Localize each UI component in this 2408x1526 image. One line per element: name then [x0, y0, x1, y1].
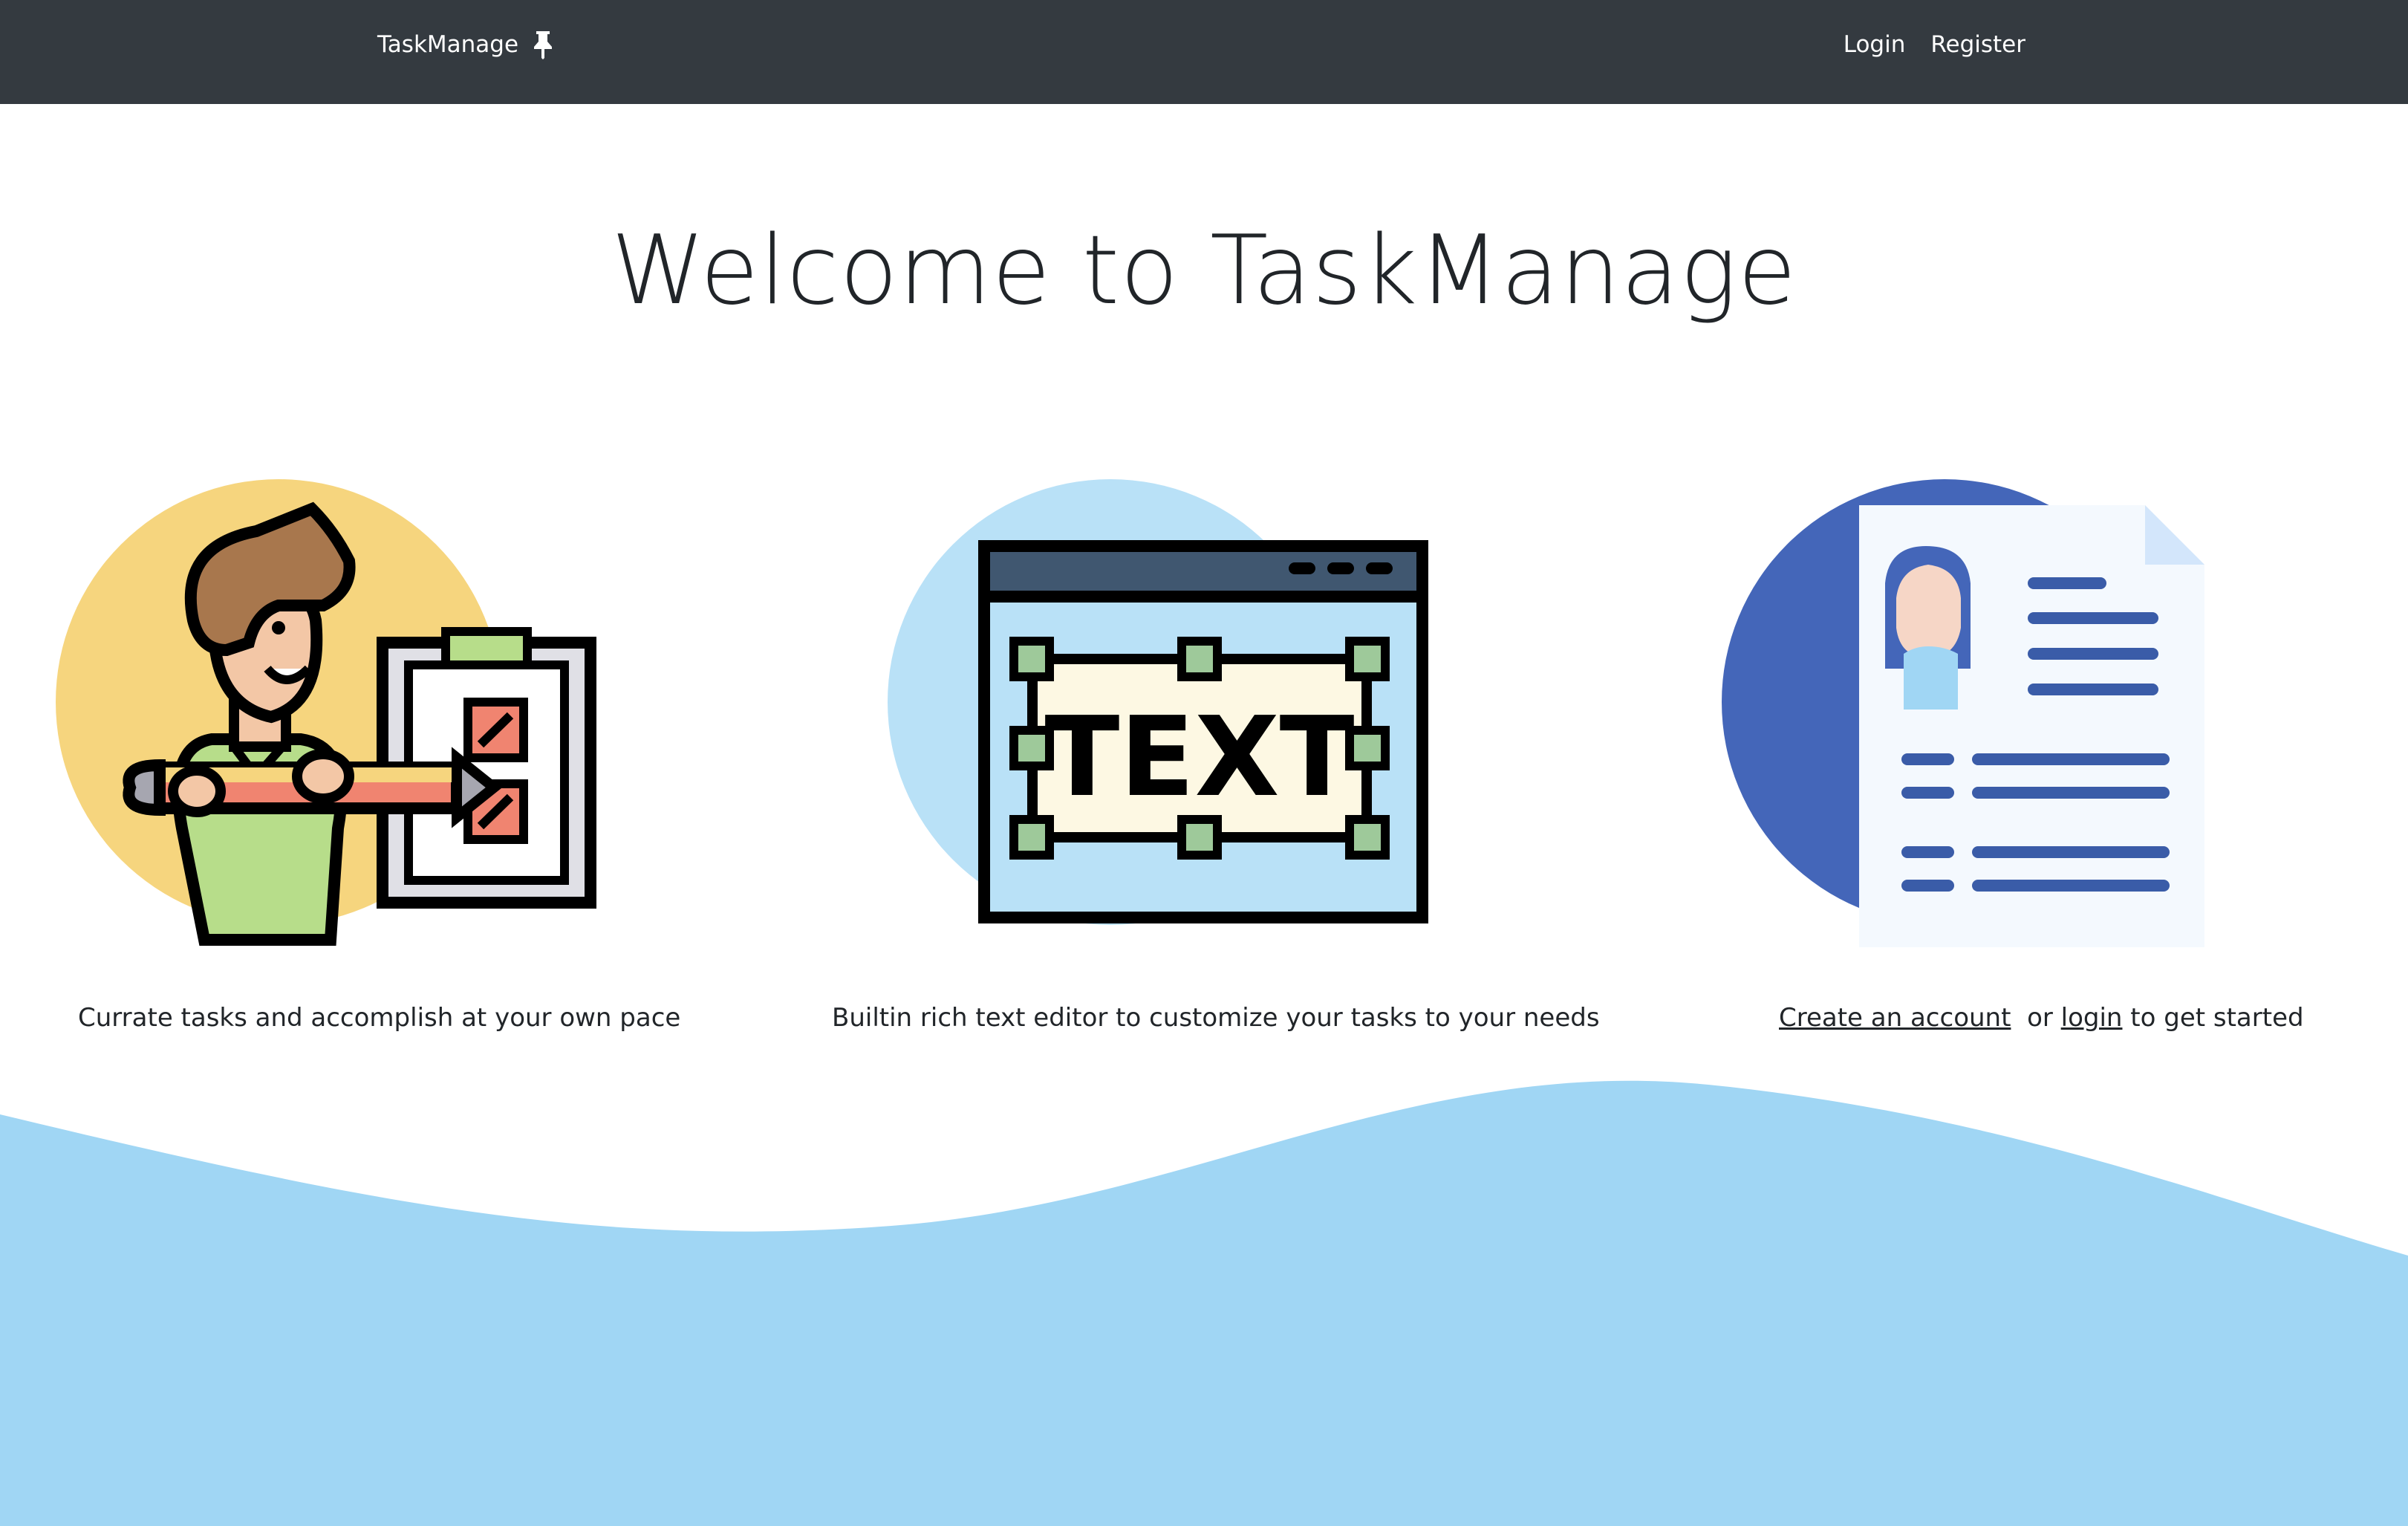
pin-icon	[534, 31, 553, 59]
top-navbar: TaskManage Login Register	[0, 0, 2408, 104]
nav-links: Login Register	[1844, 27, 2025, 62]
profile-document-illustration	[1722, 479, 2204, 947]
get-started-text: to get started	[2130, 1003, 2304, 1033]
login-link[interactable]: Login	[1844, 31, 1906, 58]
brand-name: TaskManage	[377, 31, 519, 58]
feature-caption-get-started: Create an account or login to get starte…	[1779, 1003, 2304, 1033]
svg-text:TEXT: TEXT	[1044, 693, 1354, 821]
feature-caption-tasks: Currate tasks and accomplish at your own…	[78, 1003, 681, 1033]
brand-link[interactable]: TaskManage	[377, 27, 554, 62]
feature-caption-editor: Builtin rich text editor to customize yo…	[832, 1003, 1600, 1033]
page-title: Welcome to TaskManage	[611, 215, 1797, 326]
register-link[interactable]: Register	[1930, 31, 2025, 58]
text-editor-illustration: TEXT	[888, 479, 1428, 925]
or-text: or	[2027, 1003, 2053, 1033]
decorative-wave	[0, 1080, 2408, 1526]
login-inline-link[interactable]: login	[2061, 1003, 2123, 1033]
person-checklist-illustration	[56, 479, 596, 946]
create-account-link[interactable]: Create an account	[1779, 1003, 2011, 1033]
